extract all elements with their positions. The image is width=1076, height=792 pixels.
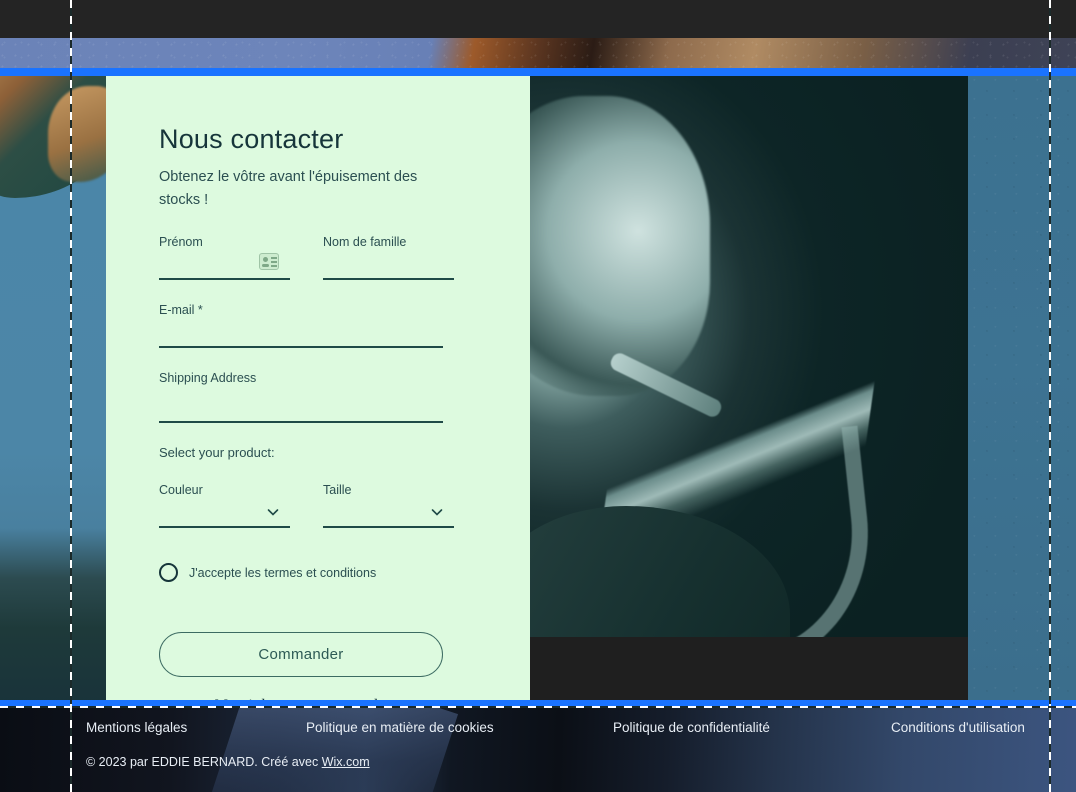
last-name-input[interactable] bbox=[323, 250, 454, 278]
footer-link-cookies[interactable]: Politique en matière de cookies bbox=[306, 720, 494, 735]
terms-checkbox[interactable] bbox=[159, 563, 178, 582]
browser-chrome-bar bbox=[0, 0, 1076, 38]
copyright-notice: © 2023 par EDDIE BERNARD. Créé avec Wix.… bbox=[86, 755, 370, 769]
wix-link[interactable]: Wix.com bbox=[322, 755, 370, 769]
color-select-value[interactable] bbox=[159, 498, 290, 526]
first-name-field: Prénom bbox=[159, 234, 290, 280]
footer-link-terms[interactable]: Conditions d'utilisation bbox=[891, 720, 1025, 735]
email-input[interactable] bbox=[159, 318, 443, 346]
shipping-address-label: Shipping Address bbox=[159, 371, 257, 385]
last-name-input-line[interactable] bbox=[323, 250, 454, 280]
email-field-row: E-mail * bbox=[159, 302, 508, 348]
email-field: E-mail * bbox=[159, 302, 443, 348]
size-select-value[interactable] bbox=[323, 498, 454, 526]
shipping-address-field-row: Shipping Address bbox=[159, 370, 508, 423]
shipping-address-input-line[interactable] bbox=[159, 386, 443, 423]
copyright-text: © 2023 par EDDIE BERNARD. Créé avec bbox=[86, 755, 322, 769]
shipping-address-field: Shipping Address bbox=[159, 370, 443, 423]
submit-order-button[interactable]: Commander bbox=[159, 632, 443, 677]
page-subtitle: Obtenez le vôtre avant l'épuisement des … bbox=[159, 169, 418, 208]
email-label: E-mail * bbox=[159, 303, 203, 317]
page-stage: Nous contacter Obtenez le vôtre avant l'… bbox=[0, 76, 1076, 704]
selection-guide-bottom bbox=[0, 706, 1076, 708]
last-name-field: Nom de famille bbox=[323, 234, 454, 280]
email-input-line[interactable] bbox=[159, 318, 443, 348]
first-name-input-line[interactable] bbox=[159, 250, 290, 280]
selection-rule-top bbox=[0, 68, 1076, 76]
color-select-label: Couleur bbox=[159, 483, 203, 497]
site-footer: Mentions légales Politique en matière de… bbox=[0, 708, 1076, 792]
contact-form-card: Nous contacter Obtenez le vôtre avant l'… bbox=[106, 76, 530, 704]
color-select-control[interactable] bbox=[159, 498, 290, 528]
page-root: Nous contacter Obtenez le vôtre avant l'… bbox=[0, 0, 1076, 792]
footer-link-privacy[interactable]: Politique de confidentialité bbox=[613, 720, 770, 735]
product-selection-note: Select your product: bbox=[159, 445, 275, 460]
name-field-row: Prénom Nom de famille bbox=[159, 234, 508, 280]
saxophonist-photo bbox=[530, 76, 968, 637]
last-name-label: Nom de famille bbox=[323, 235, 407, 249]
size-select-control[interactable] bbox=[323, 498, 454, 528]
background-photo-right bbox=[968, 76, 1076, 704]
background-photo-left bbox=[0, 76, 110, 704]
contact-card-icon[interactable] bbox=[259, 253, 279, 270]
product-select-row: Couleur Taille bbox=[159, 482, 508, 528]
size-select-field: Taille bbox=[323, 482, 454, 528]
shipping-address-input[interactable] bbox=[159, 386, 443, 421]
terms-consent-row[interactable]: J'accepte les termes et conditions bbox=[159, 563, 508, 582]
size-select-label: Taille bbox=[323, 483, 352, 497]
hero-photo-band bbox=[0, 38, 1076, 68]
color-select-field: Couleur bbox=[159, 482, 290, 528]
selection-guide-left bbox=[70, 0, 72, 792]
page-title: Nous contacter bbox=[159, 124, 344, 154]
first-name-label: Prénom bbox=[159, 235, 203, 249]
footer-link-legal[interactable]: Mentions légales bbox=[86, 720, 187, 735]
terms-consent-label: J'accepte les termes et conditions bbox=[189, 565, 377, 580]
selection-guide-right bbox=[1049, 0, 1051, 792]
